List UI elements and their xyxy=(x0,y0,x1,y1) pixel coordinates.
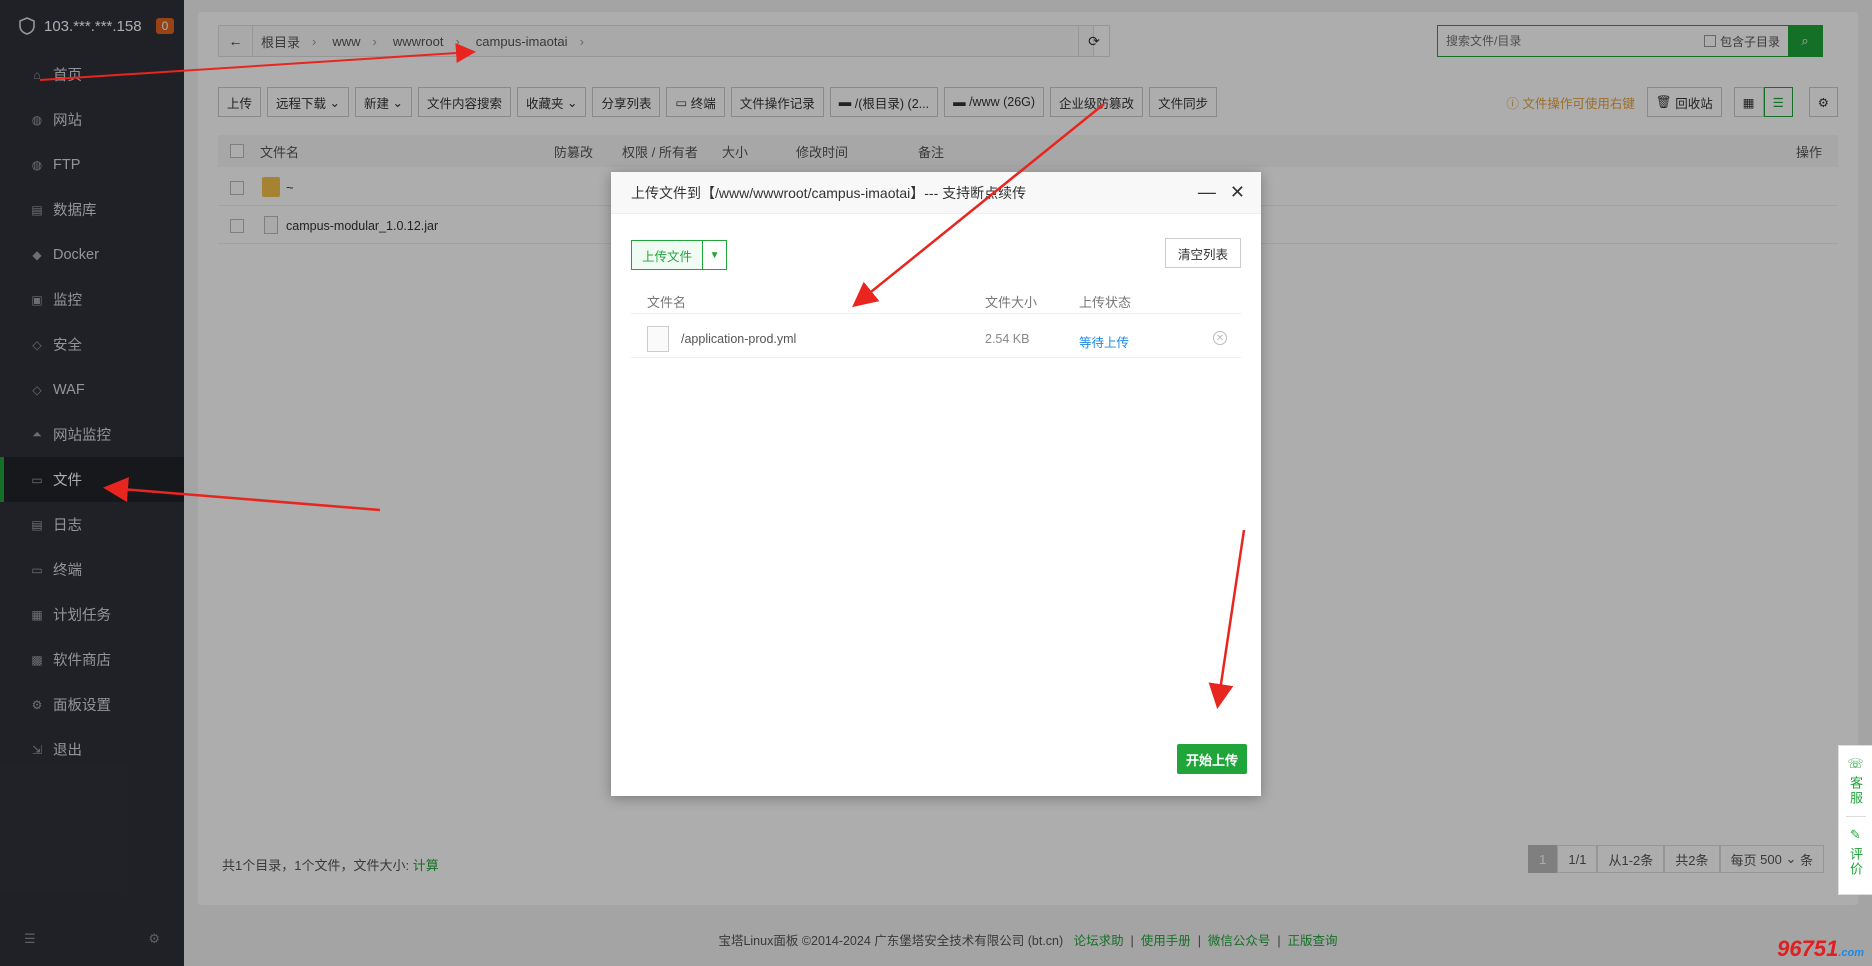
close-icon[interactable]: ✕ xyxy=(1230,182,1245,203)
upload-file-split-button: 上传文件 ▼ xyxy=(631,240,728,270)
upload-list-item: /application-prod.yml 2.54 KB 等待上传 ✕ xyxy=(631,320,1241,358)
file-icon xyxy=(647,326,669,352)
upload-file-name: /application-prod.yml xyxy=(681,332,797,346)
ul-col-status: 上传状态 xyxy=(1079,295,1132,310)
clear-list-button[interactable]: 清空列表 xyxy=(1164,238,1241,268)
upload-status: 等待上传 xyxy=(1079,336,1130,350)
watermark-logo: 96751.com xyxy=(1777,936,1864,961)
dialog-header: 上传文件到【/www/wwwroot/campus-imaotai】--- 支持… xyxy=(611,172,1261,214)
ul-col-size: 文件大小 xyxy=(985,295,1038,310)
chevron-down-icon[interactable]: ▼ xyxy=(702,241,726,269)
upload-file-button[interactable]: 上传文件 xyxy=(632,241,703,269)
edit-icon[interactable]: ✎ xyxy=(1850,827,1861,843)
customer-service-button[interactable]: 客服 xyxy=(1846,776,1865,806)
upload-dialog: 上传文件到【/www/wwwroot/campus-imaotai】--- 支持… xyxy=(611,172,1261,796)
remove-file-icon[interactable]: ✕ xyxy=(1213,331,1227,345)
upload-file-size: 2.54 KB xyxy=(985,332,1030,346)
ul-col-name: 文件名 xyxy=(647,295,687,310)
upload-list-header: 文件名 文件大小 上传状态 xyxy=(631,284,1241,314)
headset-icon[interactable]: ☏ xyxy=(1847,756,1863,772)
minimize-icon[interactable]: — xyxy=(1198,182,1216,203)
dialog-title: 上传文件到【/www/wwwroot/campus-imaotai】--- 支持… xyxy=(631,184,1027,201)
review-button[interactable]: 评价 xyxy=(1846,847,1865,877)
start-upload-button[interactable]: 开始上传 xyxy=(1177,744,1247,774)
float-service-panel: ☏ 客服 ✎ 评价 xyxy=(1838,745,1872,895)
